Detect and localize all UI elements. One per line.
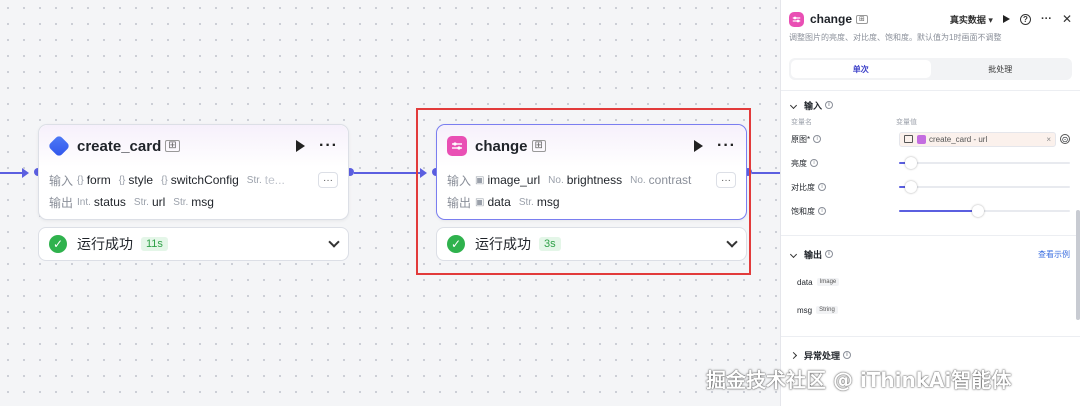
node-outputs-row: 输出 Int. status Str. url Str. msg <box>39 191 348 213</box>
output-tag: Int. status <box>77 195 126 209</box>
info-icon: i <box>843 351 852 359</box>
output-tag: Str. msg <box>173 195 214 209</box>
tab-batch[interactable]: 批处理 <box>931 60 1071 78</box>
more-options-icon[interactable]: ··· <box>1041 13 1052 25</box>
close-icon[interactable]: ✕ <box>1062 12 1072 26</box>
divider <box>781 90 1080 91</box>
clear-icon[interactable]: × <box>1046 135 1051 144</box>
node1-run-status[interactable]: ✓ 运行成功 11s <box>38 227 349 261</box>
variable-reference-field[interactable]: create_card - url × <box>899 131 1056 147</box>
more-inputs-button[interactable]: ··· <box>318 172 338 188</box>
node-settings-panel: change ⊞ 真实数据 ▾ ? ··· ✕ 调整图片的亮度、对比度、饱和度。… <box>780 0 1080 406</box>
reference-picker-icon[interactable]: ⊙ <box>1060 134 1070 144</box>
info-icon: i <box>813 135 822 143</box>
edge-arrow <box>22 168 29 178</box>
plugin-badge-icon: ⊞ <box>856 14 868 24</box>
edge-node1-node2 <box>354 172 422 174</box>
input-tag: Str. te... <box>246 173 285 187</box>
run-node-button[interactable] <box>296 140 306 152</box>
edge-outgoing <box>752 172 780 174</box>
tab-single[interactable]: 单次 <box>791 60 931 78</box>
mode-tabs: 单次 批处理 <box>789 58 1072 80</box>
duration-badge: 11s <box>141 237 168 251</box>
column-headers: 变量名 变量值 <box>791 119 917 126</box>
success-check-icon: ✓ <box>49 235 67 253</box>
view-example-link[interactable]: 查看示例 <box>1038 249 1070 260</box>
run-button[interactable] <box>1002 15 1010 23</box>
outputs-label: 输出 <box>49 195 74 210</box>
param-row-saturation: 饱和度 i <box>781 199 1080 223</box>
output-section-header[interactable]: 输出 i 查看示例 <box>781 246 1080 262</box>
input-tag: {} form <box>77 173 111 187</box>
workflow-canvas[interactable]: create_card ⊞ ··· 输入 {} form {} style {} sw… <box>0 0 780 406</box>
input-section-header[interactable]: 输入 i <box>781 97 1080 113</box>
input-tag: {} switchConfig <box>161 173 239 187</box>
panel-description: 调整图片的亮度、对比度、饱和度。默认值为1时画面不调整 <box>789 33 1002 42</box>
output-row: data Image <box>781 270 1080 294</box>
divider <box>781 235 1080 236</box>
card-tool-icon <box>47 134 71 158</box>
image-type-icon <box>904 135 913 143</box>
panel-title: change <box>810 12 853 26</box>
exception-section-header[interactable]: 异常处理 i <box>781 347 1080 363</box>
chevron-down-icon[interactable] <box>789 250 798 258</box>
info-icon: i <box>825 250 834 258</box>
contrast-slider[interactable] <box>899 181 1070 193</box>
status-text: 运行成功 <box>77 236 133 252</box>
plugin-badge-icon: ⊞ <box>165 140 180 152</box>
inputs-label: 输入 <box>49 173 74 188</box>
scrollbar[interactable] <box>1076 210 1080 320</box>
help-icon[interactable]: ? <box>1019 13 1031 25</box>
node-header: create_card ⊞ ··· <box>39 125 348 167</box>
input-tag: {} style <box>118 173 154 187</box>
divider <box>781 336 1080 337</box>
node-ref-icon <box>917 134 926 144</box>
brightness-slider[interactable] <box>899 157 1070 169</box>
highlight-box <box>416 108 751 275</box>
node-create-card[interactable]: create_card ⊞ ··· 输入 {} form {} style {} sw… <box>38 124 349 220</box>
output-row: msg String <box>781 298 1080 322</box>
chevron-right-icon[interactable] <box>789 351 798 359</box>
chevron-down-icon[interactable] <box>789 101 798 109</box>
info-icon: i <box>810 159 818 167</box>
param-row-contrast: 对比度 i <box>781 175 1080 199</box>
param-row-source-image: 原图* i create_card - url × ⊙ <box>781 127 1080 151</box>
param-row-brightness: 亮度 i <box>781 151 1080 175</box>
more-options-icon[interactable]: ··· <box>319 137 338 155</box>
saturation-slider[interactable] <box>899 205 1070 217</box>
node-title: create_card <box>77 137 162 155</box>
watermark-text: 掘金技术社区 @ iThinkAi智能体 <box>706 368 1012 392</box>
chevron-down-icon[interactable] <box>328 236 340 248</box>
data-mode-select[interactable]: 真实数据 ▾ <box>950 13 993 26</box>
info-icon: i <box>825 101 834 109</box>
edge-incoming <box>0 172 24 174</box>
node-inputs-row: 输入 {} form {} style {} switchConfig Str. te.… <box>39 169 348 191</box>
output-tag: Str. url <box>133 195 166 209</box>
panel-header: change ⊞ 真实数据 ▾ ? ··· ✕ <box>781 0 1080 28</box>
adjust-sliders-icon <box>789 11 804 27</box>
info-icon: i <box>818 207 826 215</box>
info-icon: i <box>818 183 826 191</box>
